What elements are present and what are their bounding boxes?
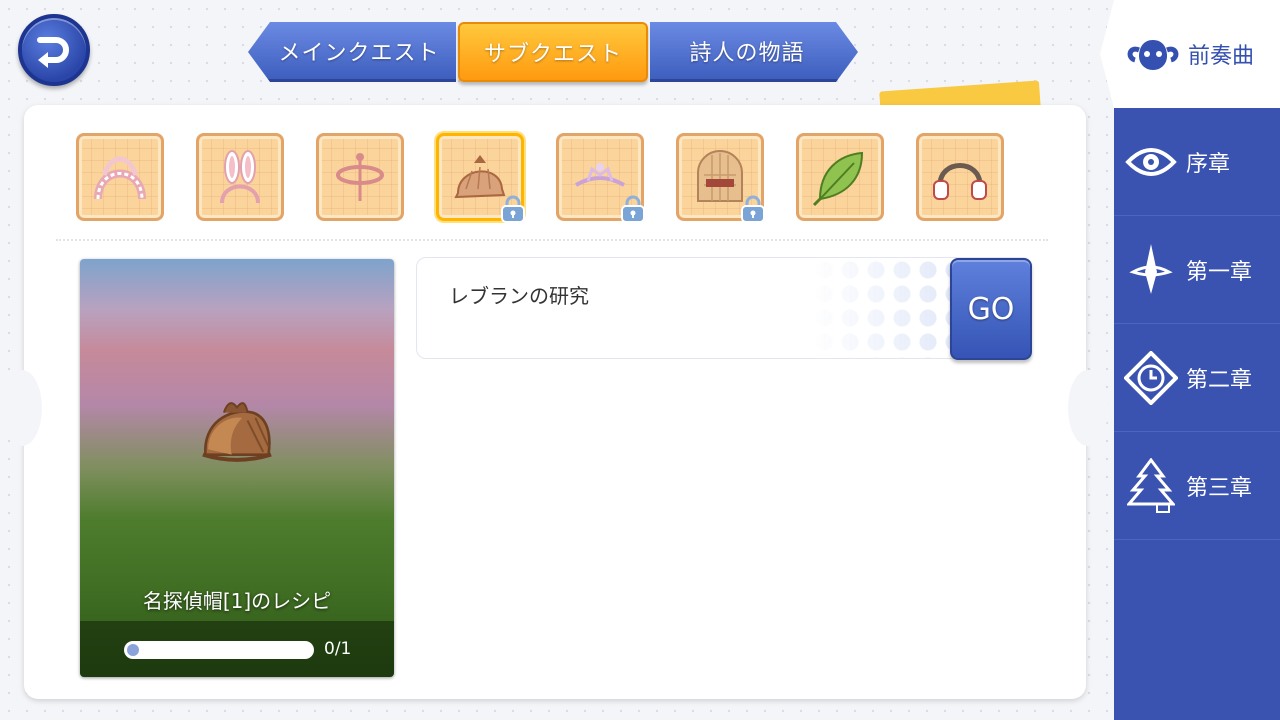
compass-emblem-icon xyxy=(1122,349,1180,407)
sidebar-item-chapter-two[interactable]: 第二章 xyxy=(1114,324,1280,432)
recipe-slot[interactable] xyxy=(556,133,645,223)
progress-area: 0/1 xyxy=(80,621,394,677)
eye-emblem-icon xyxy=(1122,133,1180,191)
sidebar-item-label: 前奏曲 xyxy=(1188,44,1255,69)
panel-notch-left xyxy=(2,370,42,446)
tab-bard-story[interactable]: 詩人の物語 xyxy=(650,22,858,82)
recipe-slot[interactable] xyxy=(676,133,765,223)
sidebar-item-label: 第三章 xyxy=(1186,475,1253,501)
sidebar-item-chapter-three[interactable]: 第三章 xyxy=(1114,432,1280,540)
quest-panel: 名探偵帽[1]のレシピ 0/1 レブランの研究 GO xyxy=(2,105,1108,699)
tab-sub-quest[interactable]: サブクエスト xyxy=(458,22,648,82)
recipe-preview-card: 名探偵帽[1]のレシピ 0/1 xyxy=(80,259,394,677)
halo-icon xyxy=(336,153,384,201)
sidebar-item-prologue[interactable]: 序章 xyxy=(1114,108,1280,216)
hex-pattern-decoration xyxy=(811,258,951,358)
maid-headband-icon xyxy=(94,156,146,200)
recipe-slot[interactable] xyxy=(796,133,884,221)
ram-skull-icon xyxy=(1124,25,1182,83)
recipe-slot[interactable] xyxy=(196,133,284,221)
sidebar-item-prelude[interactable]: 前奏曲 xyxy=(1100,0,1280,108)
quest-title: レブランの研究 xyxy=(449,284,589,308)
bunny-ears-icon xyxy=(220,150,260,204)
leaf-icon xyxy=(812,151,864,207)
recipe-list xyxy=(76,133,1004,223)
go-button[interactable]: GO xyxy=(950,258,1032,360)
back-arrow-icon xyxy=(37,37,69,68)
progress-fill xyxy=(127,644,139,656)
tree-emblem-icon xyxy=(1122,457,1180,515)
back-button[interactable] xyxy=(18,14,90,86)
sidebar-item-chapter-one[interactable]: 第一章 xyxy=(1114,216,1280,324)
sidebar-item-label: 第一章 xyxy=(1186,259,1253,285)
lock-icon xyxy=(621,195,645,223)
section-divider xyxy=(56,239,1048,241)
quest-tabs: メインクエスト サブクエスト 詩人の物語 xyxy=(248,22,858,84)
sidebar-item-label: 第二章 xyxy=(1186,367,1253,393)
quest-entry[interactable]: レブランの研究 xyxy=(416,257,1032,359)
panel-notch-right xyxy=(1068,370,1108,446)
headphones-icon xyxy=(933,163,987,200)
sidebar-item-label: 序章 xyxy=(1186,151,1231,177)
recipe-slot[interactable] xyxy=(76,133,164,221)
progress-count: 0/1 xyxy=(324,639,352,659)
lock-icon xyxy=(501,195,525,223)
tab-main-quest[interactable]: メインクエスト xyxy=(248,22,456,82)
recipe-slot[interactable] xyxy=(316,133,404,221)
recipe-name: 名探偵帽[1]のレシピ xyxy=(142,589,332,613)
recipe-slot-selected[interactable] xyxy=(436,133,525,223)
recipe-slot[interactable] xyxy=(916,133,1004,221)
chapter-sidebar: 前奏曲 序章 第一章 第二章 第三章 xyxy=(1100,0,1280,720)
lock-icon xyxy=(741,195,765,223)
sword-emblem-icon xyxy=(1122,241,1180,299)
progress-bar xyxy=(124,641,314,659)
detective-hat-icon xyxy=(202,402,272,462)
